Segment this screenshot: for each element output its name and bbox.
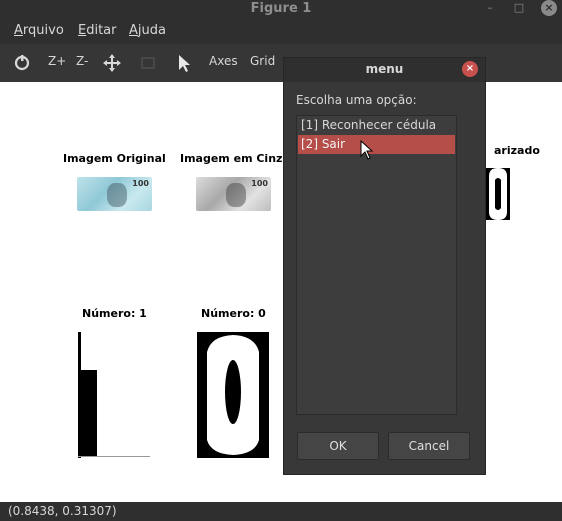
menubar: Arquivo Editar Ajuda <box>0 18 562 44</box>
pan-move-icon[interactable] <box>102 53 122 73</box>
menu-dialog: menu × Escolha uma opção: [1] Reconhecer… <box>283 57 486 475</box>
dialog-titlebar: menu × <box>284 58 485 82</box>
statusbar: (0.8438, 0.31307) <box>0 502 562 521</box>
dialog-prompt: Escolha uma opção: <box>296 93 417 107</box>
list-item-sair[interactable]: [2] Sair <box>298 135 455 154</box>
window-title: Figure 1 <box>250 1 312 16</box>
dialog-title: menu <box>365 62 404 76</box>
zoom-in-button[interactable]: Z+ <box>48 54 66 68</box>
image-gray: 100 <box>196 177 271 211</box>
list-item-reconhecer[interactable]: [1] Reconhecer cédula <box>298 116 455 135</box>
title-number-1: Número: 1 <box>82 307 147 320</box>
ok-button[interactable]: OK <box>297 432 379 460</box>
zoom-rect-icon[interactable] <box>138 53 158 73</box>
title-original: Imagem Original <box>63 152 166 165</box>
mouse-cursor-icon <box>360 140 374 160</box>
refresh-icon[interactable] <box>12 53 32 73</box>
title-number-0: Número: 0 <box>201 307 266 320</box>
maximize-icon[interactable]: □ <box>511 0 527 16</box>
zoom-out-button[interactable]: Z- <box>76 54 88 68</box>
menu-editar[interactable]: Editar <box>78 23 117 38</box>
digit-0-image <box>197 332 269 458</box>
cancel-button[interactable]: Cancel <box>388 432 470 460</box>
cursor-icon[interactable] <box>174 53 194 73</box>
title-binarized: arizado <box>494 144 540 157</box>
grid-button[interactable]: Grid <box>250 54 275 68</box>
window-titlebar: Figure 1 – □ × <box>0 0 562 18</box>
title-gray: Imagem em Cinza <box>180 152 290 165</box>
cursor-coordinates: (0.8438, 0.31307) <box>8 504 117 518</box>
close-icon[interactable]: × <box>541 0 557 16</box>
image-binarized <box>485 168 510 220</box>
image-original: 100 <box>77 177 152 211</box>
menu-ajuda[interactable]: Ajuda <box>129 23 166 38</box>
dialog-close-icon[interactable]: × <box>462 61 478 77</box>
digit-1-image <box>78 332 150 458</box>
menu-arquivo[interactable]: Arquivo <box>14 23 64 38</box>
minimize-icon[interactable]: – <box>482 0 498 16</box>
options-list[interactable]: [1] Reconhecer cédula [2] Sair <box>296 115 457 415</box>
axes-button[interactable]: Axes <box>209 54 238 68</box>
